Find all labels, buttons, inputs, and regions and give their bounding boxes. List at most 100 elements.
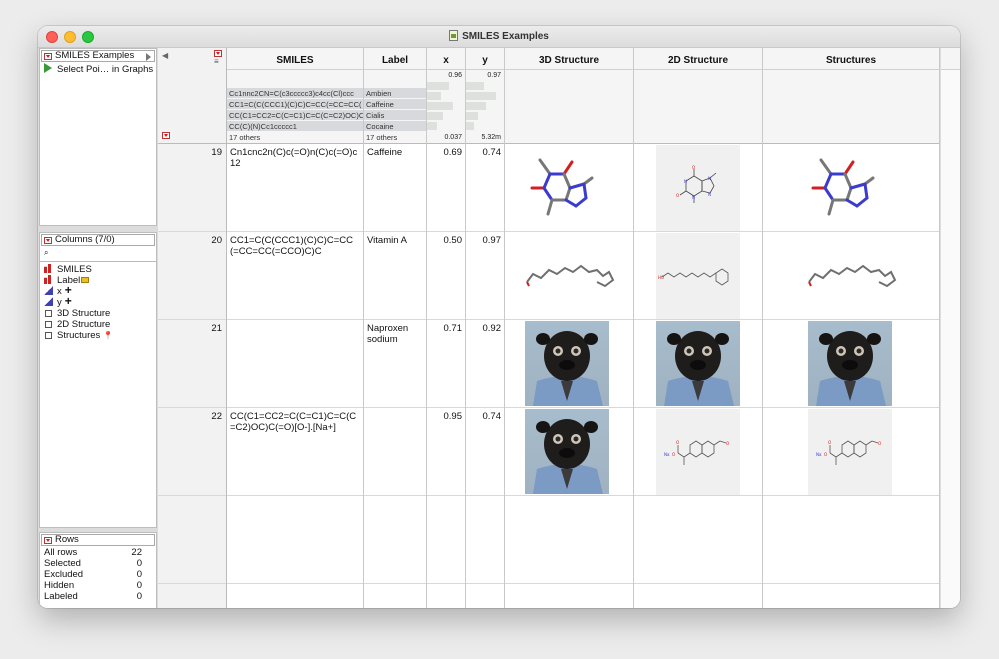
summary-smiles: Cc1nnc2CN=C(c3ccccc3)c4cc(Cl)ccc CC1=C(C… xyxy=(227,70,363,144)
column-header-y[interactable]: y xyxy=(466,48,504,70)
columns-panel-header[interactable]: Columns (7/0) xyxy=(41,234,155,246)
red-triangle-menu-icon[interactable] xyxy=(44,237,52,244)
column-item-y[interactable]: y + xyxy=(40,295,156,308)
pin-icon: 📍 xyxy=(103,331,114,340)
column-structures: Structures Na O O O xyxy=(763,48,940,608)
cell-empty[interactable] xyxy=(364,496,426,584)
svg-text:HO: HO xyxy=(658,275,664,280)
cell-empty[interactable] xyxy=(505,496,633,584)
dog-photo xyxy=(525,409,609,494)
sort-lines-icon[interactable]: ≡ xyxy=(214,58,219,66)
cell-2d-structure[interactable]: O O N N N N xyxy=(634,144,762,232)
cell-smiles[interactable]: Cn1cnc2n(C)c(=O)n(C)c(=O)c12 xyxy=(227,144,363,232)
dog-photo xyxy=(808,321,892,406)
column-item-x[interactable]: x + xyxy=(40,284,156,297)
summary-structures xyxy=(763,70,939,144)
cell-structures[interactable] xyxy=(763,232,939,320)
hist-bar xyxy=(427,102,453,110)
cell-structures[interactable] xyxy=(763,144,939,232)
hist-bar xyxy=(427,92,441,100)
rows-panel-header[interactable]: Rows xyxy=(41,534,155,546)
cell-2d-structure[interactable] xyxy=(634,320,762,408)
table-panel-header[interactable]: SMILES Examples xyxy=(41,50,155,62)
cell-smiles[interactable]: CC(C1=CC2=C(C=C1)C=C(C=C2)OC)C(=O)[O-].[… xyxy=(227,408,363,496)
hist-bar xyxy=(466,92,496,100)
cell-2d-structure[interactable]: Na O O O xyxy=(634,408,762,496)
cell-x[interactable]: 0.69 xyxy=(427,144,465,232)
disclosure-arrow-icon[interactable] xyxy=(146,53,151,61)
collapse-left-icon[interactable]: ◀ xyxy=(162,51,168,60)
cell-3d-structure[interactable] xyxy=(505,232,633,320)
red-triangle-menu-icon[interactable] xyxy=(44,53,52,60)
cell-empty[interactable] xyxy=(634,496,762,584)
summary-item: Cialis xyxy=(364,110,426,121)
column-header-2d-structure[interactable]: 2D Structure xyxy=(634,48,762,70)
column-item-smiles[interactable]: SMILES xyxy=(40,264,156,275)
column-header-3d-structure[interactable]: 3D Structure xyxy=(505,48,633,70)
table-script[interactable]: Select Poi… in Graphs xyxy=(40,63,156,75)
svg-text:O: O xyxy=(726,441,729,446)
summary-item: CC(C)(N)Cc1ccccc1 xyxy=(227,121,363,132)
red-triangle-menu-icon[interactable] xyxy=(44,537,52,544)
cell-y[interactable]: 0.74 xyxy=(466,144,504,232)
column-header-smiles[interactable]: SMILES xyxy=(227,48,363,70)
cell-3d-structure[interactable] xyxy=(505,320,633,408)
hist-bar xyxy=(466,122,474,130)
cell-label[interactable]: Vitamin A xyxy=(364,232,426,320)
cell-3d-structure[interactable] xyxy=(505,144,633,232)
column-header-structures[interactable]: Structures xyxy=(763,48,939,70)
cell-y[interactable]: 0.97 xyxy=(466,232,504,320)
cell-empty[interactable] xyxy=(227,496,363,584)
vitamin-a-2d-image: HO xyxy=(656,233,740,319)
summary-item: CC1=C(C(CCC1)(C)C)C=CC(=CC=CC( xyxy=(227,99,363,110)
vitamin-a-3d-image xyxy=(526,264,615,288)
row-number[interactable]: 20 xyxy=(158,232,226,320)
column-header-x[interactable]: x xyxy=(427,48,465,70)
row-number[interactable]: 19 xyxy=(158,144,226,232)
column-item-label[interactable]: Label xyxy=(40,275,156,286)
caffeine-3d-image xyxy=(811,158,875,216)
cell-empty[interactable] xyxy=(763,496,939,584)
cell-structures[interactable]: Na O O O xyxy=(763,408,939,496)
cell-smiles[interactable]: CC1=C(C(CCC1)(C)C)C=CC(=CC=CC(=CCO)C)C xyxy=(227,232,363,320)
continuous-column-icon xyxy=(44,297,53,306)
column-item-3d-structure[interactable]: 3D Structure xyxy=(40,308,156,319)
summary-item: CC(C1=CC2=C(C=C1)C=C(C=C2)OC)C xyxy=(227,110,363,121)
summary-2d-structure xyxy=(634,70,762,144)
svg-text:O: O xyxy=(676,193,679,198)
column-item-2d-structure[interactable]: 2D Structure xyxy=(40,319,156,330)
columns-panel: Columns (7/0) ⌕ SMILES Label x + y + 3D St… xyxy=(39,232,157,528)
cell-y[interactable]: 0.74 xyxy=(466,408,504,496)
run-script-icon[interactable] xyxy=(44,63,52,73)
column-search-input[interactable]: ⌕ xyxy=(41,247,155,259)
cell-empty[interactable] xyxy=(427,496,465,584)
column-header-label[interactable]: Label xyxy=(364,48,426,70)
svg-text:O: O xyxy=(692,165,695,170)
cell-x[interactable]: 0.71 xyxy=(427,320,465,408)
summary-histogram-y: 0.97 5.32m xyxy=(466,70,504,144)
cell-empty[interactable] xyxy=(466,496,504,584)
cell-label[interactable]: Caffeine xyxy=(364,144,426,232)
hist-min: 5.32m xyxy=(481,134,501,141)
cell-3d-structure[interactable] xyxy=(505,408,633,496)
svg-text:O: O xyxy=(672,452,675,457)
cell-smiles[interactable] xyxy=(227,320,363,408)
column-item-structures[interactable]: Structures 📍 xyxy=(40,330,156,341)
cell-label[interactable]: Naproxen sodium xyxy=(364,320,426,408)
empty-row xyxy=(158,496,226,584)
cell-label[interactable] xyxy=(364,408,426,496)
hist-bar xyxy=(466,112,478,120)
row-number[interactable]: 21 xyxy=(158,320,226,408)
cell-2d-structure[interactable]: HO xyxy=(634,232,762,320)
cell-x[interactable]: 0.95 xyxy=(427,408,465,496)
cell-y[interactable]: 0.92 xyxy=(466,320,504,408)
rows-red-triangle-icon[interactable] xyxy=(162,132,170,139)
app-window: SMILES Examples SMILES Examples Select P… xyxy=(38,26,960,608)
extra-column-area xyxy=(940,48,960,608)
cell-x[interactable]: 0.50 xyxy=(427,232,465,320)
row-number[interactable]: 22 xyxy=(158,408,226,496)
cell-structures[interactable] xyxy=(763,320,939,408)
summary-item: 17 others xyxy=(227,132,363,143)
columns-red-triangle-icon[interactable] xyxy=(214,50,222,57)
column-smiles: SMILES Cc1nnc2CN=C(c3ccccc3)c4cc(Cl)ccc … xyxy=(227,48,364,608)
